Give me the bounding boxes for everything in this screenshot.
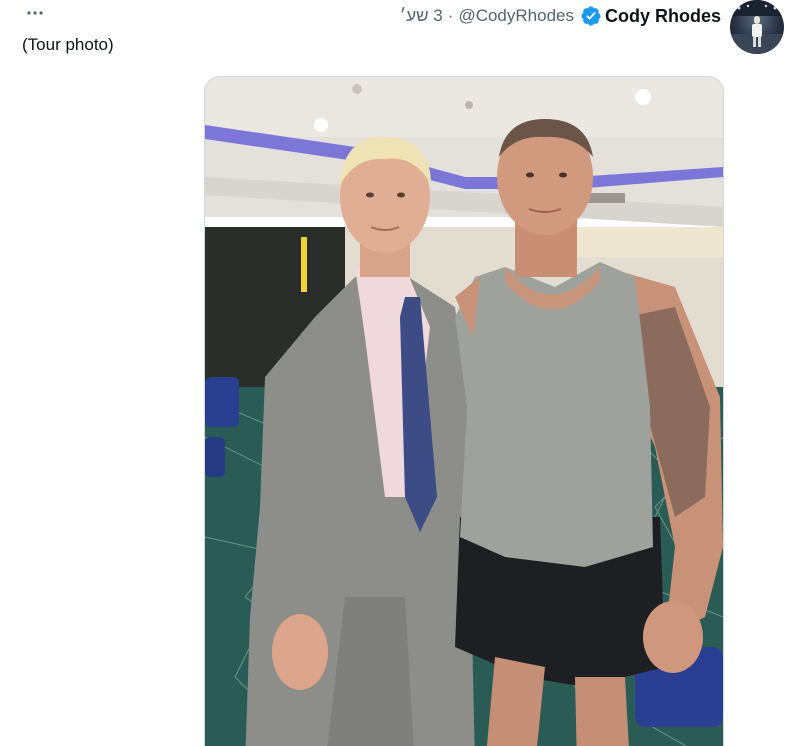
more-options-button[interactable]	[22, 2, 48, 24]
tweet-timestamp[interactable]: 3 שע׳	[400, 6, 443, 26]
tweet: (Tour photo) 3 שע׳ · @CodyRhodes Cody Rh…	[0, 0, 786, 746]
verified-badge-icon	[581, 6, 601, 26]
author-handle[interactable]: @CodyRhodes	[458, 6, 574, 26]
tweet-photo[interactable]	[204, 76, 724, 746]
tweet-photo-image	[205, 77, 723, 746]
tweet-header: 3 שע׳ · @CodyRhodes Cody Rhodes	[400, 0, 786, 54]
tweet-meta: 3 שע׳ · @CodyRhodes Cody Rhodes	[400, 1, 721, 31]
author-avatar[interactable]	[730, 0, 784, 54]
author-display-name[interactable]: Cody Rhodes	[605, 6, 721, 27]
meta-separator: ·	[447, 6, 454, 25]
more-horizontal-icon	[27, 11, 43, 15]
tweet-text: (Tour photo)	[22, 35, 114, 54]
